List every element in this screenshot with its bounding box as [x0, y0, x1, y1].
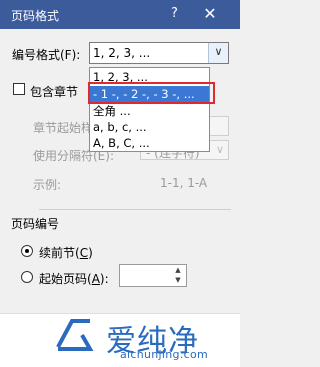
dialog-title: 页码格式: [11, 9, 60, 23]
chevron-down-icon[interactable]: ∨: [208, 43, 228, 63]
help-button[interactable]: ?: [171, 6, 178, 21]
separator-chevron-icon: ∨: [215, 143, 224, 156]
start-at-label: 起始页码(A):: [39, 272, 109, 286]
spin-up-icon[interactable]: ▲: [171, 265, 185, 275]
dropdown-option[interactable]: A, B, C, ...: [90, 135, 209, 151]
start-at-input[interactable]: ▲ ▼: [119, 264, 187, 287]
watermark-url: aichunjing.com: [120, 348, 209, 361]
number-format-label: 编号格式(F):: [12, 48, 81, 62]
dropdown-option[interactable]: 全角 ...: [90, 103, 209, 119]
example-value: 1-1, 1-A: [160, 176, 208, 190]
start-at-radio[interactable]: [21, 271, 33, 283]
spin-down-icon[interactable]: ▼: [171, 275, 185, 285]
number-format-value: 1, 2, 3, ...: [93, 46, 151, 60]
brand-logo-icon: [56, 319, 94, 351]
title-bar: 页码格式 ? ✕: [0, 0, 240, 29]
chapter-start-label: 章节起始样: [33, 121, 94, 135]
continue-label: 续前节(C): [39, 246, 93, 260]
radio-dot: [25, 249, 29, 253]
dropdown-option[interactable]: a, b, c, ...: [90, 119, 209, 135]
group-divider: [39, 209, 231, 210]
include-chapter-label: 包含章节: [30, 85, 79, 99]
continue-radio[interactable]: [21, 245, 33, 257]
example-label: 示例:: [33, 178, 62, 192]
number-format-dropdown-list[interactable]: 1, 2, 3, ... - 1 -, - 2 -, - 3 -, ... 全角…: [89, 67, 210, 152]
include-chapter-checkbox[interactable]: [13, 83, 25, 95]
close-icon[interactable]: ✕: [199, 3, 221, 25]
highlight-box: [88, 82, 215, 104]
page-numbering-group-label: 页码编号: [11, 217, 60, 231]
number-format-combo[interactable]: 1, 2, 3, ... ∨: [89, 42, 229, 64]
